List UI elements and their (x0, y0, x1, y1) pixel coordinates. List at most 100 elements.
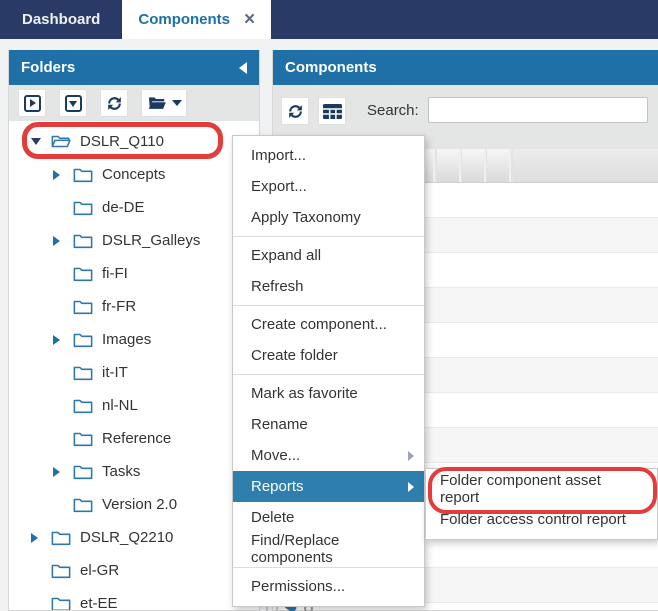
menu-item-label: Delete (251, 509, 294, 526)
tree-item-label: el-GR (80, 562, 119, 579)
menu-item-label: Reports (251, 478, 304, 495)
menu-item-label: Mark as favorite (251, 385, 358, 402)
tree-item-it-it[interactable]: it-IT (9, 356, 259, 389)
tab-close-icon[interactable]: × (244, 10, 255, 29)
tab-dashboard[interactable]: Dashboard (0, 0, 122, 39)
tree-item-de-de[interactable]: de-DE (9, 191, 259, 224)
menu-item-apply-taxonomy[interactable]: Apply Taxonomy (233, 202, 424, 233)
menu-item-refresh[interactable]: Refresh (233, 271, 424, 302)
table-view-button[interactable] (318, 97, 346, 125)
tree-item-label: Reference (102, 430, 171, 447)
menu-item-move[interactable]: Move... (233, 440, 424, 471)
open-folder-icon (147, 95, 167, 111)
tree-item-label: fi-FI (102, 265, 128, 282)
refresh-components-button[interactable] (281, 97, 309, 125)
submenu-arrow-icon (408, 482, 414, 492)
app-window: Dashboard Components × Folders (0, 0, 658, 611)
tree-item-dslr-q2210[interactable]: DSLR_Q2210 (9, 521, 259, 554)
expand-all-button[interactable] (18, 89, 46, 117)
tree-item-label: it-IT (102, 364, 128, 381)
menu-item-label: Create component... (251, 316, 387, 333)
expand-all-icon (24, 95, 41, 112)
caret-collapsed-icon[interactable] (53, 236, 73, 246)
tab-components[interactable]: Components × (122, 0, 271, 39)
menu-item-label: Create folder (251, 347, 338, 364)
search-input[interactable] (428, 97, 648, 123)
tree-item-label: et-EE (80, 595, 118, 610)
menu-item-label: Apply Taxonomy (251, 209, 361, 226)
menu-item-label: Refresh (251, 278, 304, 295)
menu-item-label: Expand all (251, 247, 321, 264)
menu-item-import[interactable]: Import... (233, 140, 424, 171)
tree-item-dslr-galleys[interactable]: DSLR_Galleys (9, 224, 259, 257)
caret-expanded-icon[interactable] (31, 138, 51, 145)
open-folder-menu-button[interactable] (141, 89, 187, 117)
folder-context-menu: Import... Export... Apply Taxonomy Expand a… (232, 135, 425, 607)
collapse-all-icon (65, 95, 82, 112)
tree-item-tasks[interactable]: Tasks (9, 455, 259, 488)
tree-item-fr-fr[interactable]: fr-FR (9, 290, 259, 323)
menu-separator (233, 567, 424, 568)
table-header-cell[interactable] (487, 149, 511, 182)
menu-item-rename[interactable]: Rename (233, 409, 424, 440)
menu-item-reports[interactable]: Reports (233, 471, 424, 502)
menu-item-permissions[interactable]: Permissions... (233, 571, 424, 602)
chevron-down-icon (172, 100, 182, 106)
menu-item-delete[interactable]: Delete (233, 502, 424, 533)
menu-item-label: Permissions... (251, 578, 345, 595)
menu-item-create-component[interactable]: Create component... (233, 309, 424, 340)
reports-submenu: Folder component asset reportFolder acce… (425, 468, 658, 540)
folder-icon (73, 199, 93, 216)
refresh-icon (286, 102, 305, 121)
components-panel-header: Components (273, 50, 658, 85)
folder-open-icon (51, 133, 71, 150)
components-panel-title: Components (285, 59, 377, 76)
tree-item-version-2-0[interactable]: Version 2.0 (9, 488, 259, 521)
menu-item-label: Import... (251, 147, 306, 164)
tree-item-concepts[interactable]: Concepts (9, 158, 259, 191)
menu-item-label: Find/Replace components (251, 532, 406, 566)
caret-collapsed-icon[interactable] (31, 533, 51, 543)
submenu-item-label: Folder component asset report (440, 472, 643, 506)
folder-icon (73, 232, 93, 249)
tree-item-el-gr[interactable]: el-GR (9, 554, 259, 587)
folders-panel-header: Folders (9, 50, 259, 85)
menu-item-export[interactable]: Export... (233, 171, 424, 202)
tree-item-label: Tasks (102, 463, 140, 480)
menu-item-label: Move... (251, 447, 300, 464)
table-header-cell[interactable] (437, 149, 461, 182)
tree-item-images[interactable]: Images (9, 323, 259, 356)
folder-icon (51, 562, 71, 579)
tree-item-label: Images (102, 331, 151, 348)
menu-item-expand-all[interactable]: Expand all (233, 240, 424, 271)
tree-item-label: DSLR_Q2210 (80, 529, 173, 546)
collapse-all-button[interactable] (59, 89, 87, 117)
submenu-item-folder-access-control-report[interactable]: Folder access control report (426, 504, 657, 535)
refresh-folders-button[interactable] (100, 89, 128, 117)
tree-item-reference[interactable]: Reference (9, 422, 259, 455)
tree-item-fi-fi[interactable]: fi-FI (9, 257, 259, 290)
menu-item-find-replace-components[interactable]: Find/Replace components (233, 533, 424, 564)
tree-item-nl-nl[interactable]: nl-NL (9, 389, 259, 422)
folder-icon (73, 397, 93, 414)
search-label: Search: (367, 97, 419, 124)
collapse-left-icon[interactable] (239, 62, 247, 74)
menu-item-mark-as-favorite[interactable]: Mark as favorite (233, 378, 424, 409)
folders-toolbar (9, 85, 259, 121)
tree-item-et-ee[interactable]: et-EE (9, 587, 259, 610)
caret-collapsed-icon[interactable] (53, 170, 73, 180)
submenu-item-folder-component-asset-report[interactable]: Folder component asset report (426, 473, 657, 504)
folder-icon (73, 430, 93, 447)
folder-icon (51, 529, 71, 546)
tree-item-label: nl-NL (102, 397, 138, 414)
tree-item-dslr-q110[interactable]: DSLR_Q110 (9, 125, 259, 158)
caret-collapsed-icon[interactable] (53, 467, 73, 477)
folder-icon (73, 265, 93, 282)
table-header-cell[interactable] (462, 149, 486, 182)
tab-components-label: Components (138, 11, 230, 28)
submenu-arrow-icon (408, 451, 414, 461)
caret-collapsed-icon[interactable] (53, 335, 73, 345)
folder-tree: DSLR_Q110Conceptsde-DEDSLR_Galleys fi-FI f… (9, 121, 259, 610)
menu-item-create-folder[interactable]: Create folder (233, 340, 424, 371)
menu-separator (233, 374, 424, 375)
